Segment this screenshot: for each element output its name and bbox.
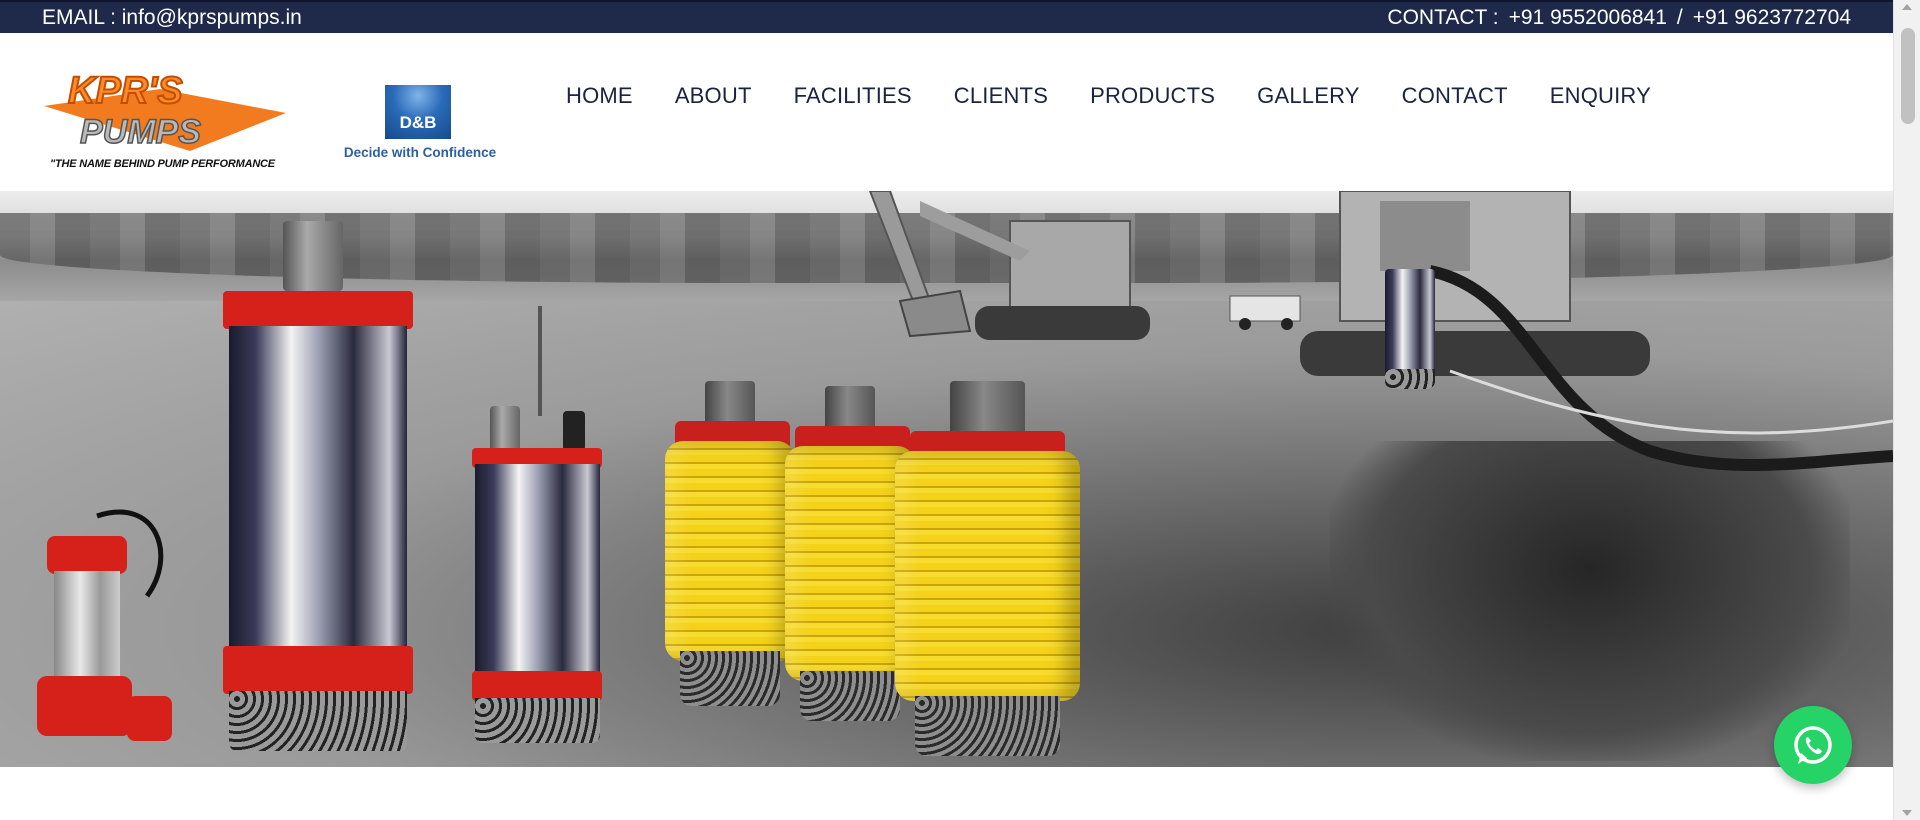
whatsapp-chat-button[interactable] [1774, 706, 1852, 784]
pump-tall-stainless-graphic [215, 221, 415, 751]
dnb-badge[interactable]: D&B Decide with Confidence [335, 85, 505, 165]
scroll-down-arrow-icon[interactable] [1902, 810, 1912, 816]
phone-link-2[interactable]: +91 9623772704 [1693, 6, 1851, 30]
nav-home[interactable]: HOME [566, 83, 654, 109]
nav-contact[interactable]: CONTACT [1381, 83, 1529, 109]
nav-about[interactable]: ABOUT [654, 83, 773, 109]
dnb-logo-icon: D&B [385, 85, 451, 139]
site-header: KPR'S PUMPS "THE NAME BEHIND PUMP PERFOR… [0, 33, 1893, 191]
scrollbar-thumb[interactable] [1901, 28, 1915, 124]
brand-tagline: "THE NAME BEHIND PUMP PERFORMANCE [50, 158, 275, 170]
dnb-mark: D&B [399, 113, 437, 132]
kprs-pumps-logo[interactable]: KPR'S PUMPS "THE NAME BEHIND PUMP PERFOR… [40, 51, 290, 191]
phone-link-1[interactable]: +91 9552006841 [1509, 6, 1667, 30]
nav-clients[interactable]: CLIENTS [933, 83, 1069, 109]
pump-hanging-graphic [1380, 269, 1440, 389]
whatsapp-icon [1794, 726, 1832, 764]
dnb-caption: Decide with Confidence [343, 145, 497, 160]
page: EMAIL : info@kprspumps.in CONTACT : +91 … [0, 0, 1920, 820]
truck-graphic [1229, 295, 1301, 330]
top-contact-bar: EMAIL : info@kprspumps.in CONTACT : +91 … [0, 0, 1893, 33]
vertical-scrollbar[interactable] [1893, 0, 1920, 820]
nav-gallery[interactable]: GALLERY [1236, 83, 1381, 109]
pump-medium-stainless-graphic [470, 306, 605, 746]
excavator-left-graphic [868, 191, 1150, 340]
pump-coil-1-graphic [665, 381, 805, 736]
contact-info: CONTACT : +91 9552006841 / +91 962377270… [1387, 6, 1851, 30]
logo-graphic: KPR'S PUMPS [44, 69, 286, 152]
email-link[interactable]: EMAIL : info@kprspumps.in [42, 6, 302, 30]
pump-coil-3-graphic [895, 381, 1085, 766]
scroll-up-arrow-icon[interactable] [1902, 4, 1912, 10]
nav-products[interactable]: PRODUCTS [1069, 83, 1236, 109]
phone-separator: / [1676, 5, 1683, 29]
contact-label: CONTACT : [1387, 5, 1499, 29]
nav-enquiry[interactable]: ENQUIRY [1529, 83, 1672, 109]
hero-banner-image [0, 191, 1893, 767]
main-navigation: HOME ABOUT FACILITIES CLIENTS PRODUCTS G… [566, 83, 1672, 109]
discharge-hose-graphic [1428, 265, 1893, 472]
pump-small-red-graphic [32, 496, 182, 746]
svg-text:KPR'S: KPR'S [68, 70, 183, 112]
svg-text:PUMPS: PUMPS [80, 113, 201, 151]
nav-facilities[interactable]: FACILITIES [773, 83, 933, 109]
